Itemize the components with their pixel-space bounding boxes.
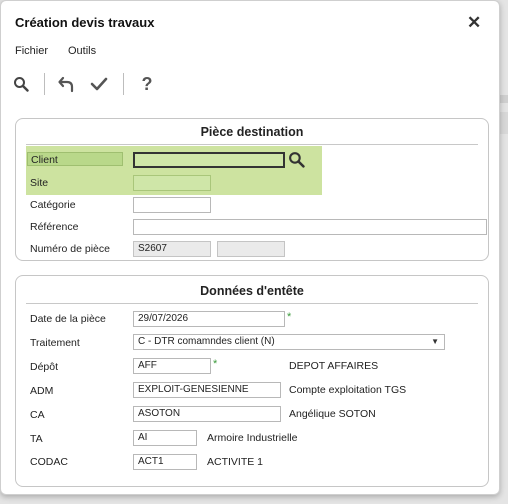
ta-field[interactable]: AI <box>133 430 197 446</box>
menu-outils[interactable]: Outils <box>68 45 96 57</box>
traitement-label: Traitement <box>30 337 80 349</box>
date-piece-field[interactable]: 29/07/2026 <box>133 311 285 327</box>
ta-description: Armoire Industrielle <box>207 432 298 444</box>
adm-description: Compte exploitation TGS <box>289 384 407 396</box>
required-star: * <box>287 311 292 323</box>
date-piece-label: Date de la pièce <box>30 313 106 325</box>
client-search-icon[interactable] <box>288 151 306 169</box>
adm-field[interactable]: EXPLOIT-GENESIENNE <box>133 382 281 398</box>
categorie-field[interactable] <box>133 197 211 213</box>
undo-icon[interactable] <box>57 73 77 95</box>
background-strip <box>500 95 508 103</box>
depot-description: DEPOT AFFAIRES <box>289 360 379 372</box>
adm-label: ADM <box>30 385 54 397</box>
traitement-select[interactable]: C - DTR comamndes client (N) ▼ <box>133 334 445 350</box>
menu-fichier[interactable]: Fichier <box>15 45 48 57</box>
codac-field[interactable]: ACT1 <box>133 454 197 470</box>
help-icon[interactable]: ? <box>137 73 157 95</box>
chevron-down-icon: ▼ <box>431 337 439 346</box>
close-icon[interactable]: ✕ <box>467 13 481 33</box>
ta-label: TA <box>30 433 43 445</box>
reference-field[interactable] <box>133 219 487 235</box>
required-star: * <box>213 358 218 370</box>
panel-divider <box>26 303 478 304</box>
search-icon[interactable] <box>11 73 31 95</box>
client-label: Client <box>31 154 58 166</box>
numero-piece-field: S2607 <box>133 241 211 257</box>
client-field[interactable] <box>133 152 285 168</box>
codac-label: CODAC <box>30 456 68 468</box>
panel-title: Données d'entête <box>200 284 304 298</box>
ca-description: Angélique SOTON <box>289 408 376 420</box>
depot-label: Dépôt <box>30 361 59 373</box>
codac-description: ACTIVITE 1 <box>207 456 264 468</box>
numero-piece-extra-field <box>217 241 285 257</box>
site-field[interactable] <box>133 175 211 191</box>
toolbar-separator <box>123 73 124 95</box>
background-strip <box>500 112 508 134</box>
creation-devis-dialog: Création devis travaux ✕ Fichier Outils … <box>0 0 500 495</box>
reference-label: Référence <box>30 221 79 233</box>
numero-piece-label: Numéro de pièce <box>30 243 110 255</box>
categorie-label: Catégorie <box>30 199 76 211</box>
panel-divider <box>26 144 478 145</box>
check-icon[interactable] <box>89 73 109 95</box>
traitement-value: C - DTR comamndes client (N) <box>138 336 275 347</box>
site-label: Site <box>30 177 49 189</box>
ca-field[interactable]: ASOTON <box>133 406 281 422</box>
dialog-title: Création devis travaux <box>15 15 155 30</box>
toolbar-separator <box>44 73 45 95</box>
panel-title: Pièce destination <box>200 125 304 139</box>
depot-field[interactable]: AFF <box>133 358 211 374</box>
ca-label: CA <box>30 409 45 421</box>
